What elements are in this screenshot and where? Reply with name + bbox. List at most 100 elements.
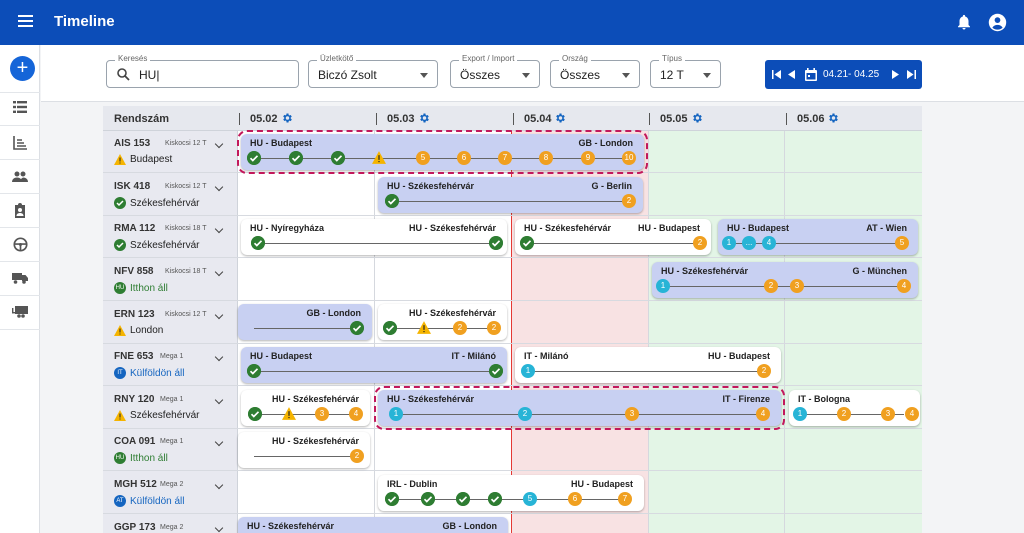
- stop-completed-icon[interactable]: [247, 364, 261, 378]
- users-icon[interactable]: [0, 160, 40, 192]
- trip-card[interactable]: HU - Székesfehérvár 2 2: [378, 304, 507, 340]
- stop-marker[interactable]: 7: [498, 151, 512, 165]
- gear-icon[interactable]: [418, 112, 430, 124]
- warning-icon[interactable]: [282, 407, 296, 420]
- trip-card[interactable]: HU - Budapest IT - Milánó: [241, 347, 507, 383]
- stop-completed-icon[interactable]: [350, 321, 364, 335]
- trip-card[interactable]: HU - Székesfehérvár G - München 1 2 3 4: [652, 262, 918, 298]
- stop-completed-icon[interactable]: [248, 407, 262, 421]
- stop-marker[interactable]: 3: [625, 407, 639, 421]
- calendar-icon[interactable]: [805, 68, 817, 81]
- trip-card[interactable]: HU - Székesfehérvár G - Berlin 2: [378, 177, 643, 213]
- export-import-select[interactable]: Export / Import Összes: [450, 54, 540, 88]
- add-button[interactable]: +: [10, 56, 35, 81]
- chevron-down-icon[interactable]: [214, 437, 224, 447]
- stop-marker[interactable]: 4: [756, 407, 770, 421]
- chevron-down-icon[interactable]: [214, 310, 224, 320]
- search-input[interactable]: Keresés HU|: [106, 54, 299, 88]
- warning-icon[interactable]: [417, 321, 431, 334]
- stop-completed-icon[interactable]: [421, 492, 435, 506]
- chevron-down-icon[interactable]: [214, 224, 224, 234]
- stop-marker[interactable]: 2: [350, 449, 364, 463]
- stop-marker[interactable]: 10: [622, 151, 636, 165]
- trip-card[interactable]: HU - Székesfehérvár 2: [238, 432, 370, 468]
- stop-marker[interactable]: 2: [764, 279, 778, 293]
- stop-completed-icon[interactable]: [520, 236, 534, 250]
- gear-icon[interactable]: [827, 112, 839, 124]
- stop-marker[interactable]: 4: [349, 407, 363, 421]
- previous-icon[interactable]: [788, 70, 795, 79]
- chevron-down-icon[interactable]: [214, 267, 224, 277]
- next-icon[interactable]: [892, 70, 899, 79]
- chevron-down-icon[interactable]: [214, 480, 224, 490]
- stop-marker[interactable]: 1: [793, 407, 807, 421]
- chevron-down-icon[interactable]: [214, 352, 224, 362]
- stop-marker[interactable]: 2: [757, 364, 771, 378]
- stop-marker[interactable]: 2: [453, 321, 467, 335]
- stop-marker[interactable]: 3: [315, 407, 329, 421]
- trip-card[interactable]: IRL - Dublin HU - Budapest 5 6 7: [378, 475, 644, 511]
- trip-card[interactable]: IT - Bologna 1 2 3 4: [789, 390, 920, 426]
- stop-completed-icon[interactable]: [385, 194, 399, 208]
- stop-marker[interactable]: 1: [389, 407, 403, 421]
- clipboard-user-icon[interactable]: [0, 194, 40, 226]
- stop-completed-icon[interactable]: [331, 151, 345, 165]
- stop-completed-icon[interactable]: [289, 151, 303, 165]
- chevron-down-icon[interactable]: [214, 139, 224, 149]
- stop-marker[interactable]: 3: [790, 279, 804, 293]
- stop-marker[interactable]: 2: [487, 321, 501, 335]
- stop-marker[interactable]: 9: [581, 151, 595, 165]
- stop-marker[interactable]: 4: [762, 236, 776, 250]
- trip-card-highlighted[interactable]: HU - Székesfehérvár IT - Firenze 1 2 3 4: [374, 386, 785, 430]
- stop-completed-icon[interactable]: [488, 492, 502, 506]
- stop-marker[interactable]: 5: [416, 151, 430, 165]
- gear-icon[interactable]: [281, 112, 293, 124]
- stop-marker[interactable]: 1: [521, 364, 535, 378]
- stop-marker[interactable]: 1: [722, 236, 736, 250]
- gear-icon[interactable]: [691, 112, 703, 124]
- stop-marker[interactable]: ...: [742, 236, 756, 250]
- stop-completed-icon[interactable]: [251, 236, 265, 250]
- stop-marker[interactable]: 2: [518, 407, 532, 421]
- first-page-icon[interactable]: [772, 70, 781, 79]
- stop-marker[interactable]: 7: [618, 492, 632, 506]
- stop-marker[interactable]: 2: [837, 407, 851, 421]
- country-select[interactable]: Ország Összes: [550, 54, 640, 88]
- trip-card[interactable]: HU - Budapest AT - Wien 1... 4 5: [718, 219, 918, 255]
- stop-marker[interactable]: 8: [539, 151, 553, 165]
- trailer-icon[interactable]: [0, 296, 40, 328]
- stop-completed-icon[interactable]: [456, 492, 470, 506]
- stop-marker[interactable]: 6: [568, 492, 582, 506]
- agent-select[interactable]: Üzletkötő Biczó Zsolt: [308, 54, 438, 88]
- stop-marker[interactable]: 3: [881, 407, 895, 421]
- stop-marker[interactable]: 2: [693, 236, 707, 250]
- chevron-down-icon[interactable]: [214, 523, 224, 533]
- trip-card[interactable]: GB - London: [238, 304, 372, 340]
- type-select[interactable]: Típus 12 T: [650, 54, 721, 88]
- gear-icon[interactable]: [554, 112, 566, 124]
- stop-marker[interactable]: 4: [897, 279, 911, 293]
- trip-card-highlighted[interactable]: HU - Budapest GB - London 5 6 7 8 9 10: [237, 130, 648, 174]
- stop-completed-icon[interactable]: [489, 364, 503, 378]
- stop-marker[interactable]: 2: [622, 194, 636, 208]
- steering-wheel-icon[interactable]: [0, 228, 40, 260]
- stop-completed-icon[interactable]: [489, 236, 503, 250]
- menu-icon[interactable]: [18, 15, 33, 29]
- trip-card[interactable]: HU - Székesfehérvár GB - London: [238, 517, 508, 533]
- warning-icon[interactable]: [372, 151, 386, 164]
- stop-marker[interactable]: 5: [523, 492, 537, 506]
- truck-icon[interactable]: [0, 262, 40, 294]
- notification-bell-icon[interactable]: [955, 13, 973, 31]
- stop-completed-icon[interactable]: [247, 151, 261, 165]
- stop-marker[interactable]: 1: [656, 279, 670, 293]
- chevron-down-icon[interactable]: [214, 395, 224, 405]
- chevron-down-icon[interactable]: [214, 182, 224, 192]
- stop-marker[interactable]: 6: [457, 151, 471, 165]
- stop-completed-icon[interactable]: [385, 492, 399, 506]
- trip-card[interactable]: IT - Milánó HU - Budapest 1 2: [515, 347, 781, 383]
- trip-card[interactable]: HU - Nyíregyháza HU - Székesfehérvár: [241, 219, 507, 255]
- stop-marker[interactable]: 4: [905, 407, 919, 421]
- timeline-chart-icon[interactable]: [0, 127, 40, 159]
- list-icon[interactable]: [0, 91, 40, 123]
- trip-card[interactable]: HU - Székesfehérvár HU - Budapest 2: [515, 219, 711, 255]
